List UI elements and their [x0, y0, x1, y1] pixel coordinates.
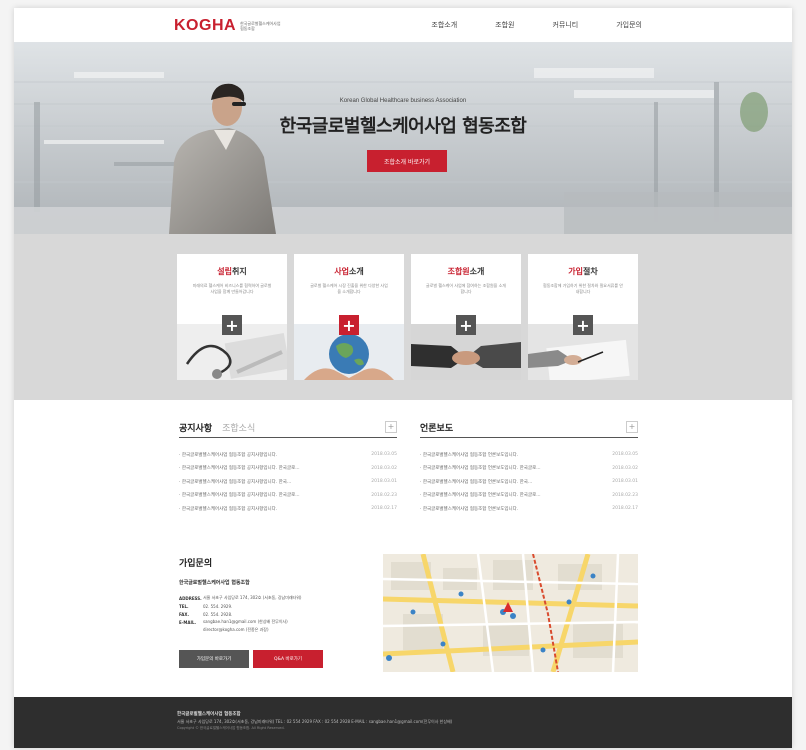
list-item[interactable]: · 한국글로벌헬스케어사업 협동조합 공지사항입니다. 한국... 2018.03…	[179, 475, 397, 489]
main-nav: 조합소개 조합원 커뮤니티 가입문의	[431, 20, 642, 30]
list-item[interactable]: · 한국글로벌헬스케어사업 협동조합 공지사항입니다. 2018.03.05	[179, 448, 397, 462]
footer-org-name: 한국글로벌헬스케어사업 협동조합	[177, 712, 241, 717]
contact-title: 가입문의	[179, 559, 213, 569]
contact-section: 가입문의 한국글로벌헬스케어사업 협동조합 ADDRESS. 서울 서초구 사임당…	[179, 556, 379, 668]
footer-address: 서울 서초구 사임당로 174, 302호(서초동, 강남미래타워) TEL :…	[177, 719, 453, 724]
card-title: 조합원소개	[447, 267, 485, 276]
card-plus-button[interactable]: +	[339, 315, 359, 335]
card-business[interactable]: 사업소개 글로벌 헬스케어 시장 진출을 위한 다양한 사업을 소개합니다 +	[294, 254, 404, 380]
card-members[interactable]: 조합원소개 글로벌 헬스케어 사업에 참여하는 조합원을 소개합니다 +	[411, 254, 521, 380]
card-join-process[interactable]: 가입절차 협동조합에 가입하기 위한 절차와 필요서류를 안내합니다 +	[528, 254, 638, 380]
hero-subtitle: Korean Global Healthcare business Associ…	[339, 98, 467, 104]
press-more-button[interactable]: +	[626, 421, 638, 433]
site-footer: 한국글로벌헬스케어사업 협동조합 서울 서초구 사임당로 174, 302호(서…	[14, 697, 792, 748]
tab-news[interactable]: 조합소식	[222, 421, 255, 434]
press-list: · 한국글로벌헬스케어사업 협동조합 언론보도입니다. 2018.03.05 · …	[420, 448, 638, 516]
contact-org-name: 한국글로벌헬스케어사업 협동조합	[179, 580, 250, 586]
contact-email: E-MAIL. sangbae.han1@gmail.com (한상배 전무이사)	[179, 619, 288, 625]
press-board: 언론보도 + · 한국글로벌헬스케어사업 협동조합 언론보도입니다. 2018.0…	[420, 418, 638, 516]
contact-fax: FAX. 02. 554. 2928.	[179, 611, 233, 617]
list-item[interactable]: · 한국글로벌헬스케어사업 협동조합 언론보도입니다. 2018.03.05	[420, 448, 638, 462]
logo[interactable]: KOGHA 한국글로벌헬스케어사업협동조합	[174, 17, 284, 35]
feature-cards: 설립취지 미래의료 헬스케어 비즈니스를 협력하여 글로벌 사업을 함께 만들어…	[177, 254, 638, 380]
card-title: 가입절차	[568, 267, 598, 276]
contact-details: ADDRESS. 서울 서초구 사임당로 174, 302호 (서초동, 강남미래…	[179, 594, 379, 634]
card-title: 설립취지	[217, 267, 247, 276]
logo-mark: KOGHA	[174, 17, 237, 34]
nav-item-community[interactable]: 커뮤니티	[552, 20, 578, 30]
hero-background-image	[14, 42, 792, 234]
join-inquiry-button[interactable]: 가입문의 바로가기	[179, 650, 249, 668]
contact-buttons: 가입문의 바로가기 Q&A 바로가기	[179, 650, 379, 668]
logo-subtitle: 한국글로벌헬스케어사업협동조합	[240, 21, 281, 31]
nav-item-members[interactable]: 조합원	[495, 20, 514, 30]
contact-address: ADDRESS. 서울 서초구 사임당로 174, 302호 (서초동, 강남미래…	[179, 595, 302, 601]
list-item[interactable]: · 한국글로벌헬스케어사업 협동조합 공지사항입니다. 한국글로... 2018.…	[179, 489, 397, 503]
contact-email-2: director@kogha.com (전종은 과장)	[203, 627, 269, 632]
card-description: 글로벌 헬스케어 사업에 참여하는 조합원을 소개합니다	[426, 283, 506, 294]
card-plus-button[interactable]: +	[456, 315, 476, 335]
nav-item-join[interactable]: 가입문의	[616, 20, 642, 30]
card-title: 사업소개	[334, 267, 364, 276]
about-link-button[interactable]: 조합소개 바로가기	[367, 150, 447, 172]
tab-notice[interactable]: 공지사항	[179, 421, 212, 434]
hero-title: 한국글로벌헬스케어사업 협동조합	[279, 116, 527, 137]
contact-tel: TEL. 02. 554. 2929.	[179, 603, 233, 609]
list-item[interactable]: · 한국글로벌헬스케어사업 협동조합 공지사항입니다. 한국글로... 2018.…	[179, 462, 397, 476]
location-map[interactable]	[383, 554, 638, 672]
notice-header: 공지사항 조합소식 +	[179, 418, 397, 438]
tab-press[interactable]: 언론보도	[420, 421, 453, 434]
notice-more-button[interactable]: +	[385, 421, 397, 433]
hero-banner: Korean Global Healthcare business Associ…	[14, 42, 792, 234]
footer-copyright: Copyright © 한국글로벌헬스케어사업 협동조합. All Right …	[177, 726, 285, 730]
site-header: KOGHA 한국글로벌헬스케어사업협동조합 조합소개 조합원 커뮤니티 가입문의	[14, 8, 792, 42]
nav-item-about[interactable]: 조합소개	[431, 20, 457, 30]
card-description: 글로벌 헬스케어 시장 진출을 위한 다양한 사업을 소개합니다	[310, 283, 388, 294]
card-description: 미래의료 헬스케어 비즈니스를 협력하여 글로벌 사업을 함께 만들어갑니다	[192, 283, 272, 294]
list-item[interactable]: · 한국글로벌헬스케어사업 협동조합 언론보도입니다. 한국글로... 2018.…	[420, 462, 638, 476]
card-description: 협동조합에 가입하기 위한 절차와 필요서류를 안내합니다	[543, 283, 623, 294]
feature-band: 설립취지 미래의료 헬스케어 비즈니스를 협력하여 글로벌 사업을 함께 만들어…	[14, 234, 792, 400]
notice-list: · 한국글로벌헬스케어사업 협동조합 공지사항입니다. 2018.03.05 · …	[179, 448, 397, 516]
press-header: 언론보도 +	[420, 418, 638, 438]
list-item[interactable]: · 한국글로벌헬스케어사업 협동조합 공지사항입니다. 2018.02.17	[179, 502, 397, 516]
qa-button[interactable]: Q&A 바로가기	[253, 650, 323, 668]
card-establishment[interactable]: 설립취지 미래의료 헬스케어 비즈니스를 협력하여 글로벌 사업을 함께 만들어…	[177, 254, 287, 380]
list-item[interactable]: · 한국글로벌헬스케어사업 협동조합 언론보도입니다. 2018.02.17	[420, 502, 638, 516]
list-item[interactable]: · 한국글로벌헬스케어사업 협동조합 언론보도입니다. 한국글로... 2018.…	[420, 489, 638, 503]
notice-board: 공지사항 조합소식 + · 한국글로벌헬스케어사업 협동조합 공지사항입니다. 2…	[179, 418, 397, 516]
page-frame: KOGHA 한국글로벌헬스케어사업협동조합 조합소개 조합원 커뮤니티 가입문의	[14, 8, 792, 748]
list-item[interactable]: · 한국글로벌헬스케어사업 협동조합 언론보도입니다. 한국... 2018.03…	[420, 475, 638, 489]
card-plus-button[interactable]: +	[573, 315, 593, 335]
card-plus-button[interactable]: +	[222, 315, 242, 335]
map-image	[383, 554, 638, 672]
